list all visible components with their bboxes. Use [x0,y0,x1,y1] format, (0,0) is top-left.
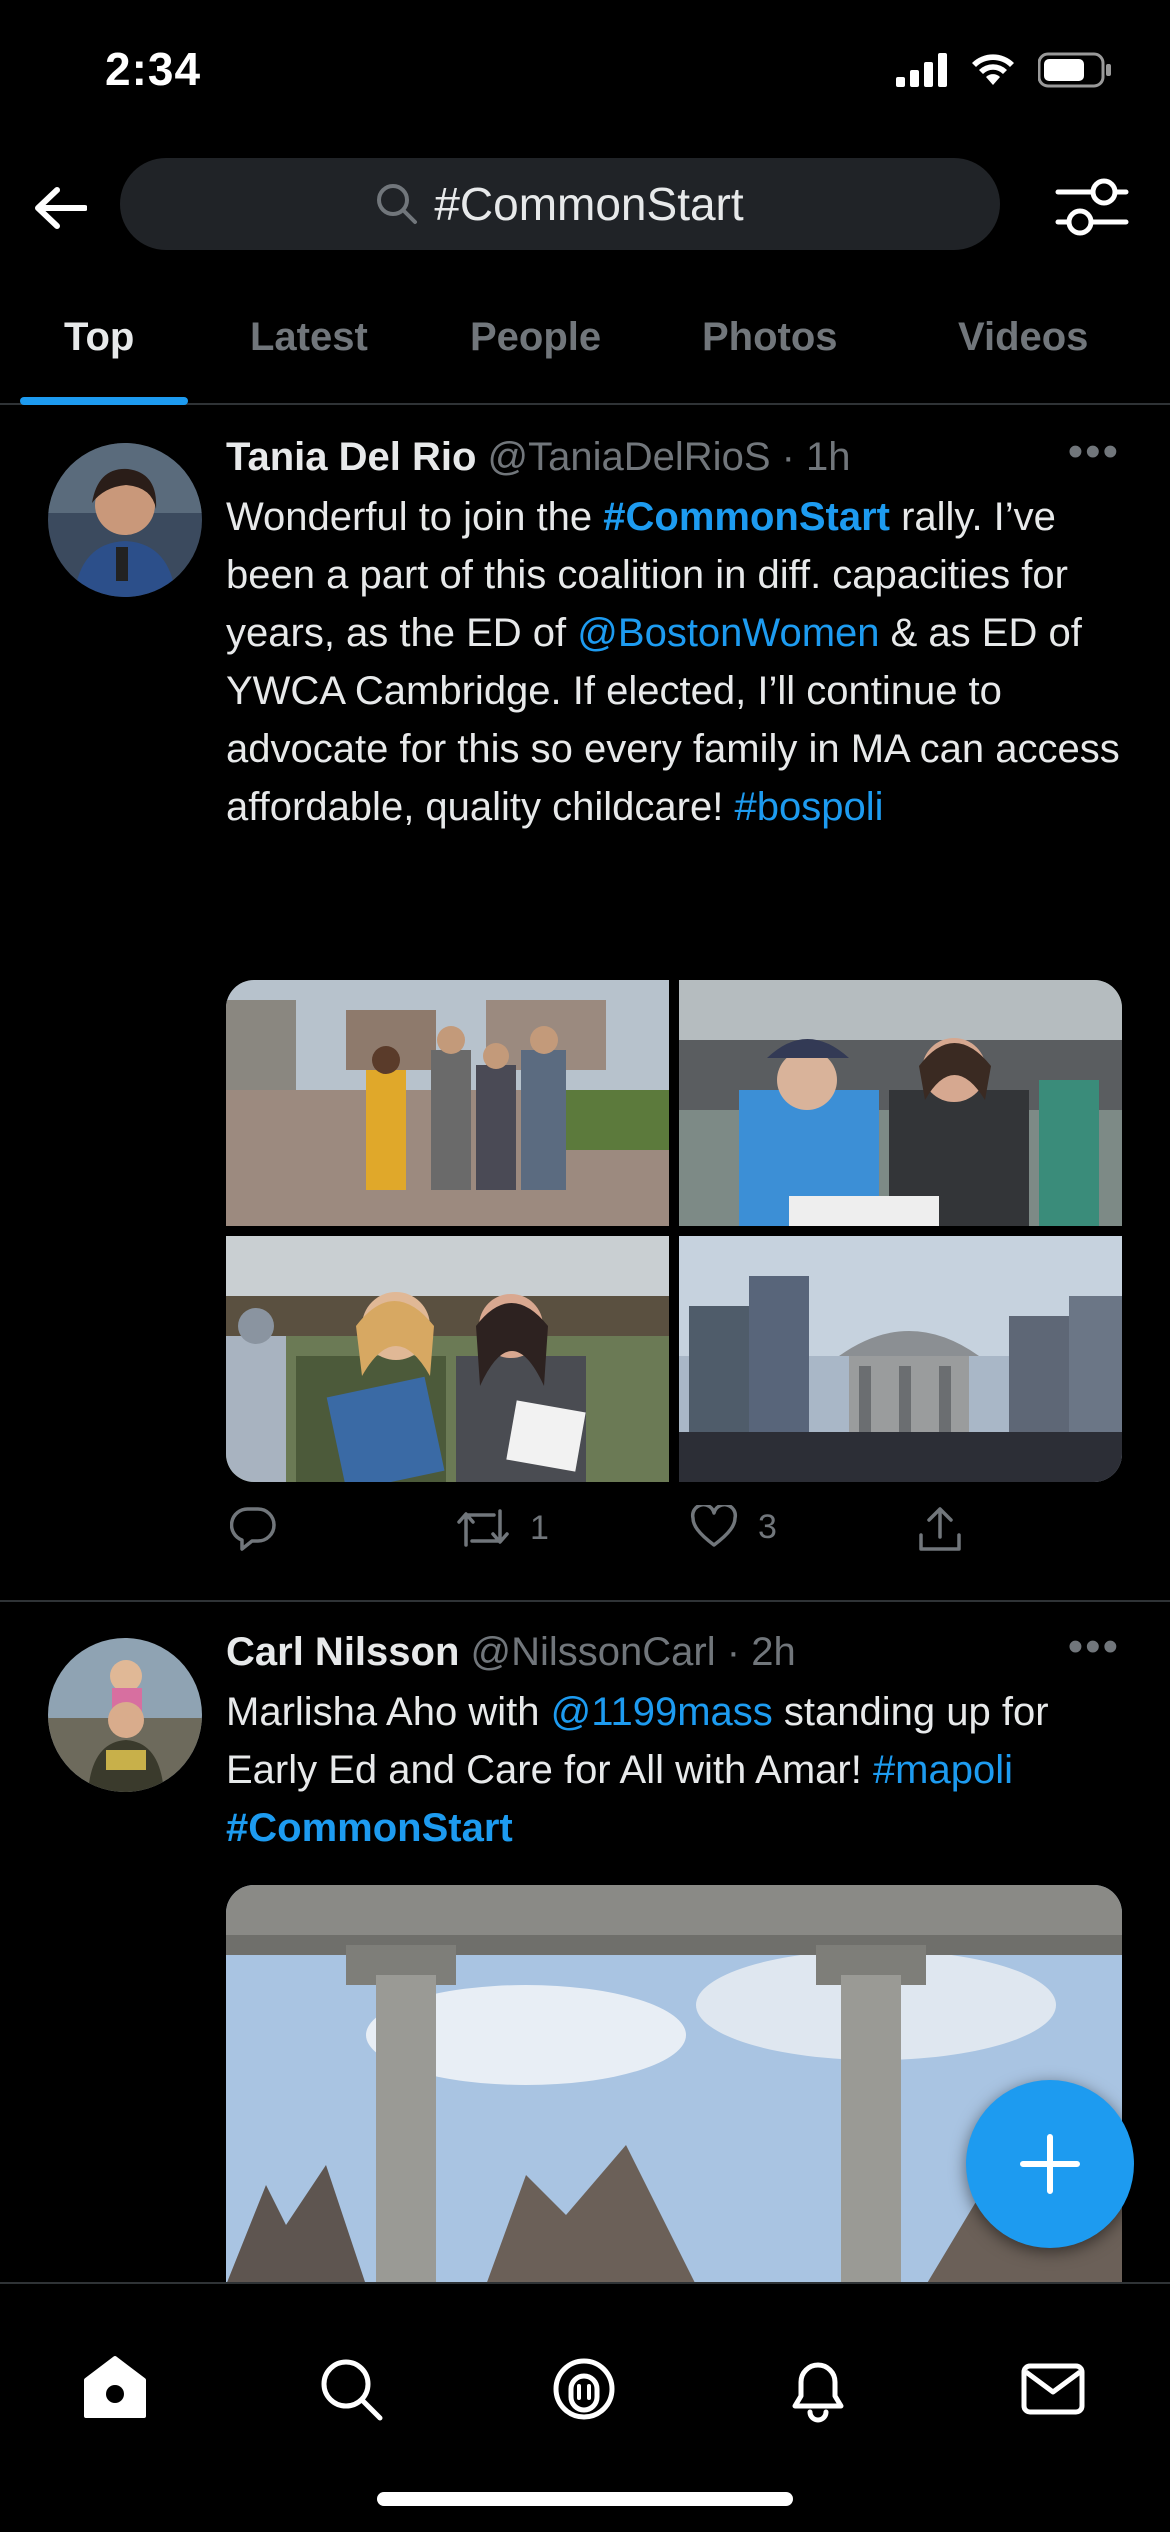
tweet[interactable]: Tania Del Rio @TaniaDelRioS · 1h Wonderf… [0,405,1170,1600]
share-button[interactable] [916,1505,964,1553]
tab-top[interactable]: Top [64,315,134,360]
tweet-photo[interactable] [679,980,1122,1226]
avatar[interactable] [48,443,202,597]
tweet-text: Marlisha Aho with @1199mass standing up … [226,1683,1122,1857]
nav-spaces[interactable] [549,2354,619,2424]
avatar[interactable] [48,1638,202,1792]
retweet-button[interactable]: 1 [456,1505,549,1551]
search-icon [377,184,418,224]
search-query: #CommonStart [434,178,744,230]
retweet-count: 1 [530,1508,549,1547]
tweet-timestamp: · 1h [781,435,851,479]
more-options-button[interactable]: ••• [1068,1622,1120,1672]
plus-icon [1020,2134,1080,2194]
tweet-photo[interactable] [679,1236,1122,1482]
hashtag-link[interactable]: #mapoli [873,1748,1013,1792]
spaces-icon [553,2358,615,2420]
active-tab-indicator [20,397,188,405]
retweet-icon [457,1509,509,1547]
tweet-text: Wonderful to join the #CommonStart rally… [226,488,1122,836]
tweet-photo[interactable] [226,1885,1122,2285]
battery-icon [1038,52,1111,88]
tweet-media-grid [226,980,1122,1482]
search-input[interactable]: #CommonStart [120,158,1000,250]
nav-search[interactable] [316,2354,386,2424]
sliders-icon [1055,178,1129,236]
tweet-author-name[interactable]: Carl Nilsson [226,1630,459,1674]
cellular-signal-icon [896,53,947,87]
tab-people[interactable]: People [470,315,601,360]
tweet-photo[interactable] [226,980,669,1226]
tab-latest[interactable]: Latest [250,315,368,360]
mail-icon [1021,2363,1085,2415]
like-count: 3 [758,1507,777,1546]
bell-icon [792,2362,844,2423]
like-button[interactable]: 3 [690,1505,777,1549]
search-tabs: Top Latest People Photos Videos [0,285,1170,405]
hashtag-link[interactable]: #CommonStart [226,1806,513,1850]
nav-messages[interactable] [1018,2354,1088,2424]
home-indicator [377,2492,793,2506]
tweet-author-handle[interactable]: @TaniaDelRioS [488,435,771,479]
tab-videos[interactable]: Videos [958,315,1088,360]
home-icon [84,2356,146,2418]
back-button[interactable] [30,178,90,238]
heart-icon [690,1505,738,1547]
tweet-author-name[interactable]: Tania Del Rio [226,435,476,479]
tweet-timestamp: · 2h [726,1630,796,1674]
status-icons [896,52,1112,88]
tab-photos[interactable]: Photos [702,315,838,360]
tweet-text-segment: Wonderful to join the [226,495,604,539]
arrow-left-icon [35,187,87,229]
hashtag-link[interactable]: #CommonStart [603,495,890,539]
more-options-button[interactable]: ••• [1068,427,1120,477]
tweet-text-segment: Marlisha Aho with [226,1690,551,1734]
nav-home[interactable] [80,2354,150,2424]
reply-button[interactable] [230,1505,276,1551]
search-header: #CommonStart [0,150,1170,260]
mention-link[interactable]: @BostonWomen [577,611,879,655]
hashtag-link[interactable]: #bospoli [734,785,883,829]
share-icon [919,1507,961,1551]
wifi-icon [972,54,1014,85]
tweet-photo[interactable] [226,1236,669,1482]
tweet-author-handle[interactable]: @NilssonCarl [471,1630,716,1674]
search-settings-button[interactable] [1054,172,1130,242]
reply-icon [230,1507,276,1551]
tweet-actions: 1 3 [226,1505,1122,1575]
search-icon [321,2359,383,2421]
compose-tweet-button[interactable] [966,2080,1134,2248]
status-bar: 2:34 [0,0,1170,150]
nav-notifications[interactable] [783,2354,853,2424]
status-time: 2:34 [105,43,202,95]
mention-link[interactable]: @1199mass [551,1690,773,1734]
